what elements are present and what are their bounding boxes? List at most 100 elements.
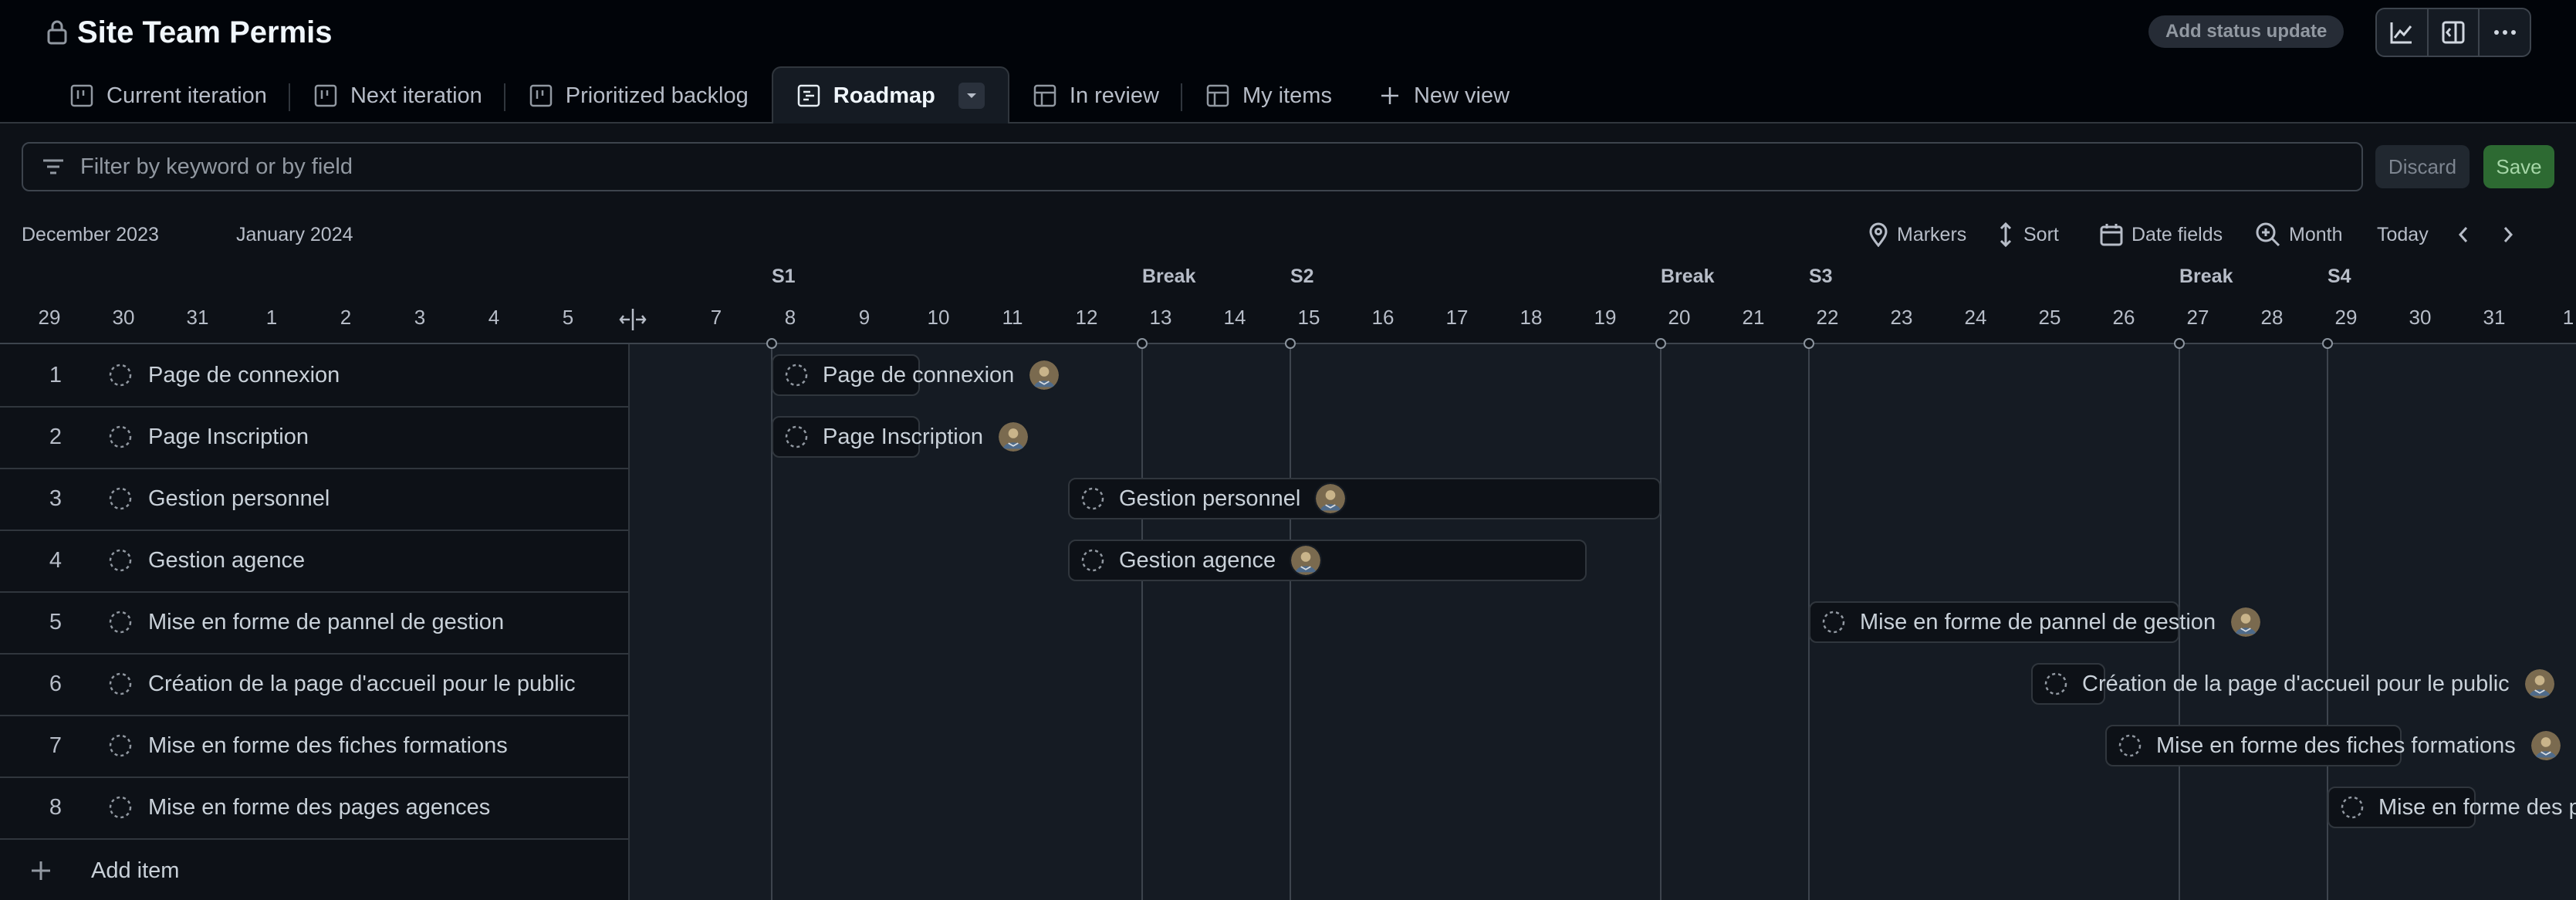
day-label: 24 <box>1964 306 1987 329</box>
item-list: 1 Page de connexion 2 Page Inscription 3 G… <box>0 344 630 900</box>
board-icon <box>529 83 553 108</box>
assignee-avatar[interactable] <box>1290 544 1323 577</box>
table-row[interactable]: 3 Gestion personnel <box>0 468 628 531</box>
iteration-boundary-line <box>1660 344 1662 900</box>
day-label: 18 <box>1520 306 1543 329</box>
item-title[interactable]: Page Inscription <box>148 425 309 450</box>
date-fields-label: Date fields <box>2131 223 2223 245</box>
tab-roadmap[interactable]: Roadmap <box>771 66 1009 123</box>
tab-label: Next iteration <box>350 83 482 108</box>
assignee-avatar[interactable] <box>2229 606 2263 638</box>
iteration-marker-dot[interactable] <box>1137 338 1148 349</box>
location-pin-icon <box>1869 222 1888 247</box>
table-row[interactable]: 7 Mise en forme des fiches formations <box>0 715 628 778</box>
day-label: 25 <box>2038 306 2061 329</box>
day-label: 14 <box>1223 306 1246 329</box>
day-label: 20 <box>1668 306 1691 329</box>
discard-button[interactable]: Discard <box>2375 145 2470 188</box>
item-title[interactable]: Gestion personnel <box>148 486 330 512</box>
iteration-marker-dot[interactable] <box>1655 338 1666 349</box>
tab-next-iteration[interactable]: Next iteration <box>290 68 505 123</box>
date-fields-button[interactable]: Date fields <box>2099 219 2223 250</box>
day-label: 16 <box>1371 306 1394 329</box>
row-number: 7 <box>49 733 62 758</box>
bar-title: Page Inscription <box>823 424 983 449</box>
roadmap-bar-label[interactable]: Gestion personnel <box>1080 478 1347 519</box>
roadmap-bar-label[interactable]: Page de connexion <box>784 354 1061 396</box>
assignee-avatar[interactable] <box>996 421 1029 453</box>
item-title[interactable]: Mise en forme de pannel de gestion <box>148 610 504 635</box>
today-button[interactable]: Today <box>2377 219 2429 250</box>
table-row[interactable]: 1 Page de connexion <box>0 344 628 408</box>
roadmap-bar-label[interactable]: Mise en forme de pannel de gestion <box>1821 601 2263 643</box>
roadmap-bar-label[interactable]: Gestion agence <box>1080 540 1323 581</box>
draft-status-icon <box>109 611 132 634</box>
column-resize-handle-icon[interactable] <box>617 306 648 333</box>
sort-arrows-icon <box>2000 222 2012 248</box>
assignee-avatar[interactable] <box>1314 482 1347 515</box>
toggle-sidebar-button[interactable] <box>2429 9 2480 56</box>
day-label: 7 <box>710 306 722 329</box>
roadmap-bar-label[interactable]: Mise en forme des fiches formations <box>2118 725 2562 766</box>
day-label: 22 <box>1816 306 1839 329</box>
day-label: 17 <box>1445 306 1469 329</box>
tab-new-view[interactable]: New view <box>1355 68 1533 123</box>
view-options-button[interactable] <box>958 83 985 109</box>
row-number: 5 <box>49 609 62 634</box>
add-item-row[interactable]: Add item <box>0 841 628 900</box>
iteration-marker-dot[interactable] <box>2174 338 2185 349</box>
save-button[interactable]: Save <box>2483 145 2554 188</box>
draft-status-icon <box>109 425 132 448</box>
day-label: 26 <box>2112 306 2135 329</box>
iteration-marker-dot[interactable] <box>1285 338 1296 349</box>
more-options-button[interactable] <box>2480 9 2530 56</box>
day-label: 28 <box>2260 306 2284 329</box>
iteration-marker-dot[interactable] <box>2322 338 2333 349</box>
tab-current-iteration[interactable]: Current iteration <box>46 68 290 123</box>
table-row[interactable]: 4 Gestion agence <box>0 530 628 593</box>
draft-status-icon <box>109 734 132 757</box>
table-row[interactable]: 6 Création de la page d'accueil pour le … <box>0 653 628 716</box>
insights-button[interactable] <box>2377 9 2429 56</box>
day-label: 2 <box>340 306 352 329</box>
roadmap-bar-label[interactable]: Mise en forme des pages agences <box>2340 787 2576 828</box>
table-row[interactable]: 5 Mise en forme de pannel de gestion <box>0 591 628 655</box>
iteration-marker-dot[interactable] <box>1804 338 1814 349</box>
assignee-avatar[interactable] <box>2523 668 2556 700</box>
item-title[interactable]: Page de connexion <box>148 363 340 388</box>
assignee-avatar[interactable] <box>1028 359 1061 391</box>
roadmap-icon <box>796 83 821 108</box>
day-label: 13 <box>1149 306 1172 329</box>
filter-input[interactable] <box>79 153 2320 181</box>
assignee-avatar[interactable] <box>2529 729 2562 762</box>
row-number: 8 <box>49 794 62 820</box>
zoom-level-button[interactable]: Month <box>2255 219 2342 250</box>
markers-button[interactable]: Markers <box>1868 219 1966 250</box>
sort-button[interactable]: Sort <box>1996 219 2059 250</box>
item-title[interactable]: Mise en forme des fiches formations <box>148 733 508 759</box>
add-status-update-button[interactable]: Add status update <box>2148 15 2344 48</box>
roadmap-bar-label[interactable]: Création de la page d'accueil pour le pu… <box>2044 663 2556 705</box>
project-page: Site Team Permis Add status update Curre… <box>0 0 2576 900</box>
roadmap-timeline: Page de connexion Page Inscription Gesti… <box>630 344 2576 900</box>
filter-icon <box>43 159 63 174</box>
item-title[interactable]: Création de la page d'accueil pour le pu… <box>148 672 576 697</box>
day-label: 19 <box>1594 306 1617 329</box>
tab-my-items[interactable]: My items <box>1182 68 1355 123</box>
bar-title: Mise en forme des fiches formations <box>2156 733 2516 758</box>
item-title[interactable]: Gestion agence <box>148 548 305 573</box>
tab-prioritized-backlog[interactable]: Prioritized backlog <box>505 68 772 123</box>
sidebar-icon <box>2442 21 2465 44</box>
iteration-boundary-line <box>1141 344 1143 900</box>
next-period-button[interactable] <box>2499 219 2517 250</box>
tab-in-review[interactable]: In review <box>1009 68 1182 123</box>
table-row[interactable]: 8 Mise en forme des pages agences <box>0 777 628 840</box>
day-label: 29 <box>2334 306 2358 329</box>
previous-period-button[interactable] <box>2454 219 2473 250</box>
header-actions <box>2375 8 2531 57</box>
table-row[interactable]: 2 Page Inscription <box>0 406 628 469</box>
roadmap-bar-label[interactable]: Page Inscription <box>784 416 1029 458</box>
item-title[interactable]: Mise en forme des pages agences <box>148 795 490 820</box>
iteration-marker-dot[interactable] <box>766 338 777 349</box>
plus-icon <box>32 861 50 880</box>
